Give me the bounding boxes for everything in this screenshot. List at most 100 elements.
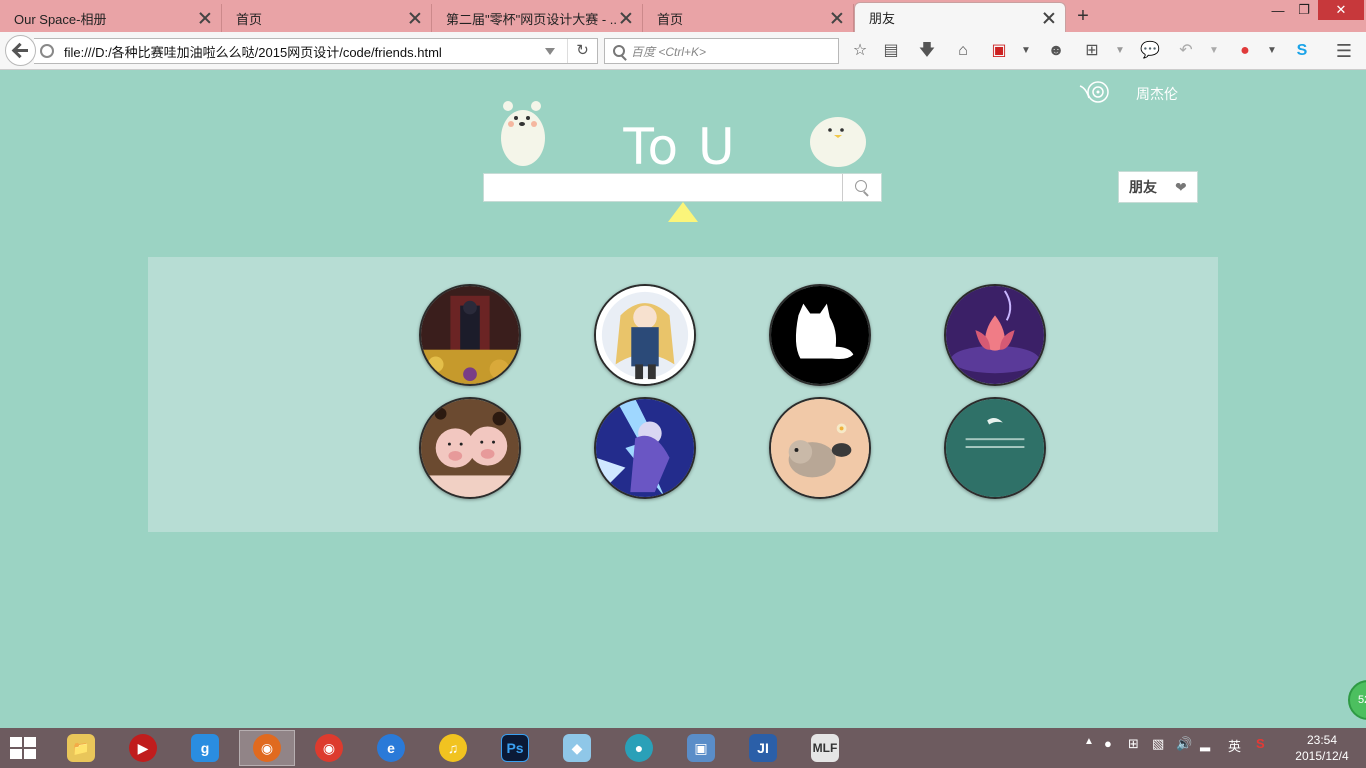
close-icon[interactable] bbox=[197, 10, 213, 26]
intellij-icon[interactable]: JI bbox=[735, 730, 791, 766]
friends-button-label: 朋友 bbox=[1129, 179, 1157, 195]
floating-badge[interactable]: 52 bbox=[1348, 680, 1366, 720]
globe-icon bbox=[40, 44, 54, 58]
search-bar[interactable]: 百度 <Ctrl+K> bbox=[604, 38, 839, 64]
mlf-icon[interactable]: MLF bbox=[797, 730, 853, 766]
new-tab-button[interactable]: + bbox=[1072, 6, 1094, 28]
back-button[interactable] bbox=[5, 35, 36, 66]
tab-title: Our Space-相册 bbox=[14, 11, 107, 27]
pptv-icon[interactable]: g bbox=[177, 730, 233, 766]
tray-expand-icon[interactable]: ▲ bbox=[1084, 736, 1094, 747]
tab-title: 第二届"零杯"网页设计大赛 - ... bbox=[446, 11, 618, 27]
page-content: 周杰伦 To U 朋友 ❤ 5 bbox=[0, 70, 1366, 728]
tab-home-2[interactable]: 首页 bbox=[643, 4, 854, 32]
navigation-toolbar: file:///D:/各种比赛哇加油啦么么哒/2015网页设计/code/fri… bbox=[0, 32, 1366, 70]
tab-strip: Our Space-相册 首页 第二届"零杯"网页设计大赛 - ... 首页 朋… bbox=[0, 0, 1366, 32]
friend-avatar-3[interactable] bbox=[769, 284, 871, 386]
search-icon bbox=[613, 45, 625, 57]
photo-viewer-icon[interactable]: ▣ bbox=[673, 730, 729, 766]
close-icon[interactable] bbox=[407, 10, 423, 26]
address-bar[interactable]: file:///D:/各种比赛哇加油啦么么哒/2015网页设计/code/fri… bbox=[34, 38, 598, 64]
system-clock[interactable]: 23:54 2015/12/4 bbox=[1292, 732, 1352, 764]
windows-tray-icon[interactable]: ⊞ bbox=[1128, 736, 1139, 752]
pointer-triangle bbox=[668, 202, 698, 222]
skype-icon[interactable]: S bbox=[1292, 41, 1312, 61]
avatar-white-cat-image bbox=[771, 286, 869, 384]
friend-avatar-7[interactable] bbox=[769, 397, 871, 499]
pdf-icon[interactable]: ▣ bbox=[989, 41, 1009, 61]
friend-avatar-1[interactable] bbox=[419, 284, 521, 386]
avatar-throne-image bbox=[421, 286, 519, 384]
user-logo-icon[interactable] bbox=[1078, 78, 1112, 106]
reader-icon[interactable]: ▤ bbox=[881, 41, 901, 61]
url-dropdown-icon[interactable] bbox=[545, 47, 555, 55]
search-icon bbox=[855, 180, 867, 192]
dropdown-icon[interactable]: ▼ bbox=[1204, 41, 1224, 61]
site-search bbox=[483, 173, 882, 202]
ie-icon[interactable]: e bbox=[363, 730, 419, 766]
url-text[interactable]: file:///D:/各种比赛哇加油啦么么哒/2015网页设计/code/fri… bbox=[64, 42, 545, 61]
friend-avatar-4[interactable] bbox=[944, 284, 1046, 386]
clock-date: 2015/12/4 bbox=[1295, 749, 1349, 763]
drive-icon[interactable]: ◆ bbox=[549, 730, 605, 766]
site-search-input[interactable] bbox=[484, 174, 842, 201]
media-player-icon[interactable]: ▶ bbox=[115, 730, 171, 766]
tab-title: 首页 bbox=[236, 11, 263, 27]
user-name[interactable]: 周杰伦 bbox=[1136, 84, 1178, 104]
bubble-icon[interactable]: ● bbox=[611, 730, 667, 766]
bookmark-star-icon[interactable]: ☆ bbox=[850, 41, 870, 61]
close-icon[interactable] bbox=[829, 10, 845, 26]
window-close-button[interactable]: ✕ bbox=[1318, 0, 1364, 20]
chat-icon[interactable]: ☻ bbox=[1046, 41, 1066, 61]
file-explorer-icon[interactable]: 📁 bbox=[53, 730, 109, 766]
restore-button[interactable]: ❐ bbox=[1292, 0, 1316, 20]
tab-title: 朋友 bbox=[869, 11, 896, 26]
friend-avatar-6[interactable] bbox=[594, 397, 696, 499]
avatar-calligraphy-image bbox=[946, 399, 1044, 497]
signal-icon[interactable]: ▂ bbox=[1200, 736, 1210, 752]
download-icon[interactable]: 🡇 bbox=[917, 41, 937, 61]
heart-icon: ❤ bbox=[1175, 178, 1187, 195]
tab-home-1[interactable]: 首页 bbox=[222, 4, 432, 32]
site-title: To U bbox=[623, 118, 737, 176]
qq-tray-icon[interactable]: ● bbox=[1104, 736, 1112, 751]
crop-icon[interactable]: ⊞ bbox=[1082, 41, 1102, 61]
avatar-anime-girl-image bbox=[596, 286, 694, 384]
site-search-button[interactable] bbox=[842, 174, 881, 201]
firefox-icon[interactable]: ◉ bbox=[239, 730, 295, 766]
dropdown-icon[interactable]: ▼ bbox=[1110, 41, 1130, 61]
chrome-icon[interactable]: ◉ bbox=[301, 730, 357, 766]
tab-our-space[interactable]: Our Space-相册 bbox=[0, 4, 222, 32]
sogou-icon[interactable]: S bbox=[1256, 736, 1265, 751]
tab-contest[interactable]: 第二届"零杯"网页设计大赛 - ... bbox=[432, 4, 643, 32]
dropdown-icon[interactable]: ▼ bbox=[1016, 41, 1036, 61]
tab-title: 首页 bbox=[657, 11, 684, 27]
avatar-lotus-image bbox=[946, 286, 1044, 384]
volume-icon[interactable]: 🔊 bbox=[1176, 736, 1192, 752]
home-icon[interactable]: ⌂ bbox=[953, 41, 973, 61]
speech-icon[interactable]: 💬 bbox=[1140, 41, 1160, 61]
dropdown-icon[interactable]: ▼ bbox=[1262, 41, 1282, 61]
friend-avatar-8[interactable] bbox=[944, 397, 1046, 499]
ime-indicator[interactable]: 英 bbox=[1228, 736, 1241, 755]
minimize-button[interactable]: — bbox=[1266, 0, 1290, 20]
extension-icon[interactable]: ● bbox=[1235, 41, 1255, 61]
close-icon[interactable] bbox=[1041, 10, 1057, 26]
friend-avatar-2[interactable] bbox=[594, 284, 696, 386]
menu-icon[interactable]: ☰ bbox=[1334, 41, 1354, 61]
search-placeholder: 百度 <Ctrl+K> bbox=[631, 44, 707, 59]
qqmusic-icon[interactable]: ♫ bbox=[425, 730, 481, 766]
windows-taskbar: 📁 ▶ g ◉ ◉ e ♫ Ps ◆ ● ▣ JI MLF ▲ ● ⊞ ▧ 🔊 … bbox=[0, 728, 1366, 768]
close-icon[interactable] bbox=[618, 10, 634, 26]
blob-mascot-icon bbox=[810, 117, 866, 167]
friend-avatar-5[interactable] bbox=[419, 397, 521, 499]
photoshop-icon[interactable]: Ps bbox=[487, 730, 543, 766]
windows-start-button[interactable] bbox=[10, 737, 38, 761]
avatar-piglets-image bbox=[421, 399, 519, 497]
tab-friends[interactable]: 朋友 bbox=[854, 2, 1066, 32]
undo-icon[interactable]: ↶ bbox=[1176, 41, 1196, 61]
friends-button[interactable]: 朋友 ❤ bbox=[1118, 171, 1198, 203]
avatar-lightning-image bbox=[596, 399, 694, 497]
network-tray-icon[interactable]: ▧ bbox=[1152, 736, 1164, 752]
reload-icon[interactable]: ↻ bbox=[567, 39, 597, 63]
